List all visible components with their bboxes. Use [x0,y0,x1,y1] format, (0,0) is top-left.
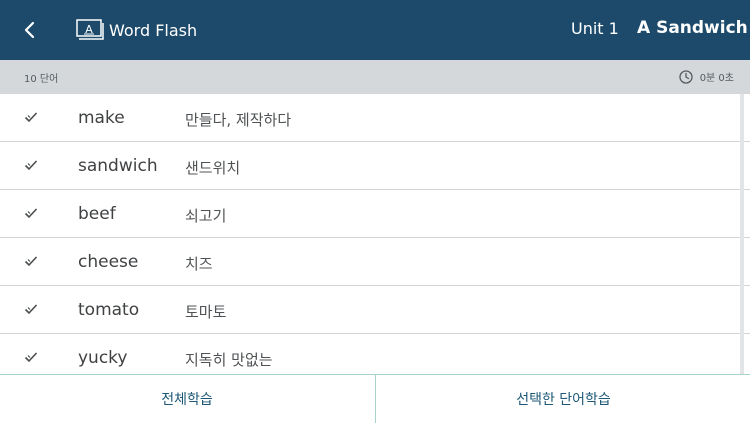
timer: 0분 0초 [679,69,734,84]
word-list[interactable]: make 만들다, 제작하다 sandwich 샌드위치 beef 쇠고기 ch… [0,94,750,374]
word-count: 10 단어 [24,74,59,85]
app-title: Word Flash [109,20,198,40]
word-row[interactable]: sandwich 샌드위치 [0,142,750,190]
footer-bar: 전체학습 선택한 단어학습 [0,374,750,423]
word-row[interactable]: cheese 치즈 [0,238,750,286]
check-icon[interactable] [24,351,38,363]
unit-label: Unit 1 [571,19,619,38]
word-row[interactable]: make 만들다, 제작하다 [0,94,750,142]
word-text: beef [78,204,116,224]
word-row[interactable]: tomato 토마토 [0,286,750,334]
word-meaning: 샌드위치 [185,159,241,177]
word-meaning: 쇠고기 [185,207,227,225]
app-branding: A Word Flash [76,17,197,43]
word-meaning: 지독히 맛없는 [185,351,273,369]
check-icon[interactable] [24,207,38,219]
timer-text: 0분 0초 [699,73,734,84]
check-icon[interactable] [24,111,38,123]
status-bar: 10 단어 0분 0초 [0,60,750,94]
header-bar: A Word Flash Unit 1 A Sandwich [0,0,750,60]
check-icon[interactable] [24,159,38,171]
word-meaning: 만들다, 제작하다 [185,111,292,129]
word-text: cheese [78,252,139,272]
study-selected-button[interactable]: 선택한 단어학습 [375,375,750,423]
word-meaning: 토마토 [185,303,227,321]
word-text: yucky [78,348,128,368]
word-meaning: 치즈 [185,255,213,273]
word-text: sandwich [78,156,158,176]
word-text: tomato [78,300,140,320]
clock-icon [679,69,693,84]
lesson-title: A Sandwich [637,18,748,38]
word-card-icon: A [76,19,104,40]
word-text: make [78,108,125,128]
back-button[interactable] [18,18,42,42]
scrollbar[interactable] [740,94,744,374]
check-icon[interactable] [24,255,38,267]
word-row[interactable]: beef 쇠고기 [0,190,750,238]
chevron-left-icon [24,21,35,39]
check-icon[interactable] [24,303,38,315]
study-all-button[interactable]: 전체학습 [0,375,374,423]
word-row[interactable]: yucky 지독히 맛없는 [0,334,750,374]
